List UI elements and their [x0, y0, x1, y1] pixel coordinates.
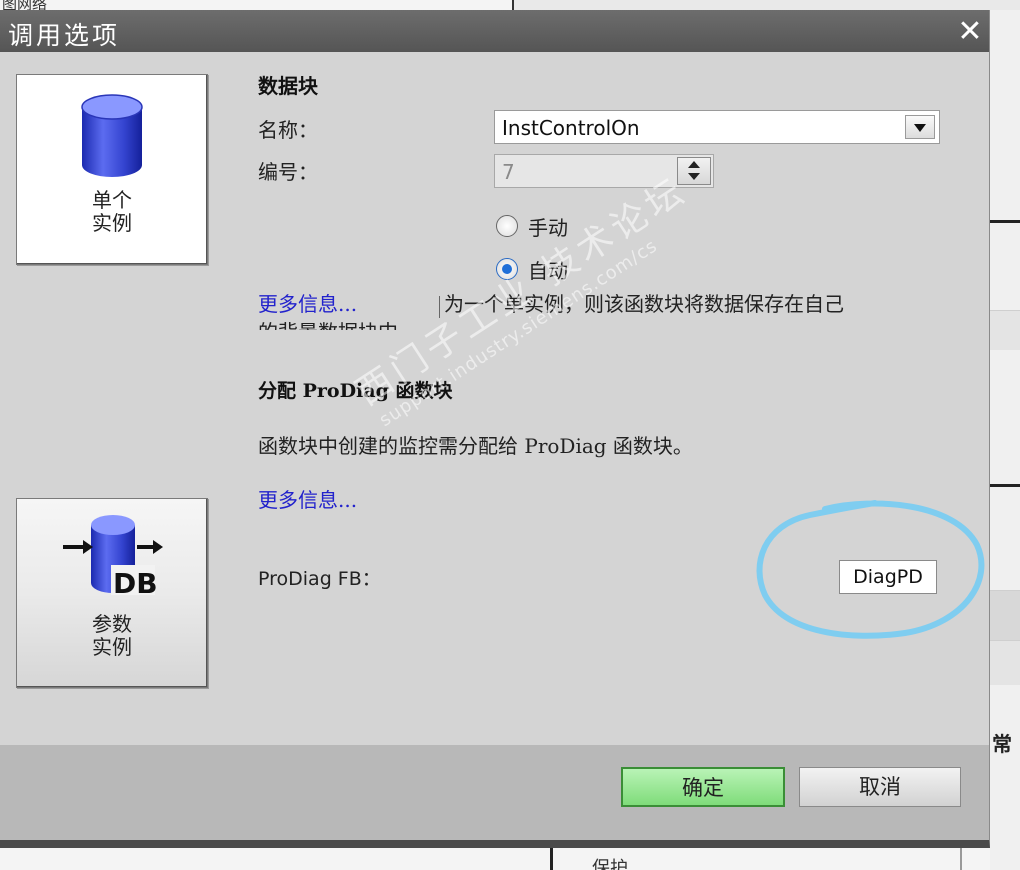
spin-down-icon[interactable] [688, 173, 700, 180]
prodiag-fb-field[interactable]: DiagPD [839, 560, 937, 594]
background-block [990, 640, 1020, 685]
label-line: 单个 [92, 188, 132, 212]
chevron-down-icon[interactable] [905, 115, 935, 139]
name-label: 名称： [258, 118, 318, 142]
divider [439, 296, 440, 318]
description-text: 为一个单实例，则该函数块将数据保存在自己 [444, 292, 844, 316]
settings-pane: 数据块 名称： InstControlOn 编号： 7 手动 自动 更多信息..… [234, 52, 989, 745]
single-instance-label: 单个 实例 [17, 189, 207, 235]
prodiag-heading: 分配 ProDiag 函数块 [258, 380, 453, 402]
divider [990, 484, 1020, 487]
name-value: InstControlOn [502, 116, 640, 140]
background-top-panel [512, 0, 1020, 10]
parameter-instance-button[interactable]: DB 参数 实例 [16, 498, 208, 688]
prodiag-more-info-link[interactable]: 更多信息... [258, 484, 357, 513]
label-line: 实例 [92, 211, 132, 235]
description-text: 的背景数据块中 [258, 318, 398, 330]
background-bottom-panel: 保护 [0, 848, 990, 870]
dialog-footer: 确定 取消 [0, 745, 989, 840]
number-field[interactable]: 7 [494, 154, 714, 188]
background-text: 保护 [592, 858, 628, 870]
radio-auto[interactable] [496, 258, 518, 280]
spin-up-icon[interactable] [688, 161, 700, 168]
close-button[interactable]: ✕ [952, 16, 988, 48]
single-instance-button[interactable]: 单个 实例 [16, 74, 208, 265]
divider [960, 848, 962, 870]
data-block-heading: 数据块 [258, 74, 318, 98]
number-label: 编号： [258, 160, 318, 184]
call-options-dialog: 调用选项 ✕ 单个 实例 DB 参数 实例 数据块 名称： InstContro… [0, 10, 990, 848]
number-value: 7 [502, 160, 515, 184]
database-cylinder-icon [81, 94, 143, 177]
more-info-link[interactable]: 更多信息... [258, 288, 357, 317]
description-continuation: 的背景数据块中 [258, 318, 428, 330]
background-text: 图网络 [2, 0, 48, 10]
divider [990, 220, 1020, 223]
parameter-instance-label: 参数 实例 [17, 613, 207, 659]
instance-type-pane: 单个 实例 DB 参数 实例 [0, 52, 234, 745]
radio-auto-label: 自动 [528, 259, 568, 283]
close-icon: ✕ [957, 14, 983, 49]
divider [550, 848, 553, 870]
background-tree-panel: 图网络 [0, 0, 520, 10]
background-block [990, 310, 1020, 350]
name-combobox[interactable]: InstControlOn [494, 110, 940, 144]
cancel-button[interactable]: 取消 [799, 767, 961, 807]
label-line: 参数 [92, 612, 132, 636]
prodiag-fb-label: ProDiag FB： [258, 568, 381, 590]
background-text: 常 [992, 732, 1012, 756]
number-spinner[interactable] [677, 157, 711, 185]
db-icon-text: DB [113, 567, 158, 599]
background-right-panel: 常 [990, 10, 1020, 870]
radio-manual[interactable] [496, 215, 518, 237]
dialog-titlebar[interactable]: 调用选项 ✕ [0, 10, 989, 52]
radio-manual-label: 手动 [528, 216, 568, 240]
db-parameter-icon: DB [63, 515, 163, 599]
prodiag-description: 函数块中创建的监控需分配给 ProDiag 函数块。 [258, 434, 693, 458]
dialog-title: 调用选项 [8, 21, 121, 50]
label-line: 实例 [92, 635, 132, 659]
ok-button[interactable]: 确定 [621, 767, 785, 807]
background-block [990, 590, 1020, 640]
